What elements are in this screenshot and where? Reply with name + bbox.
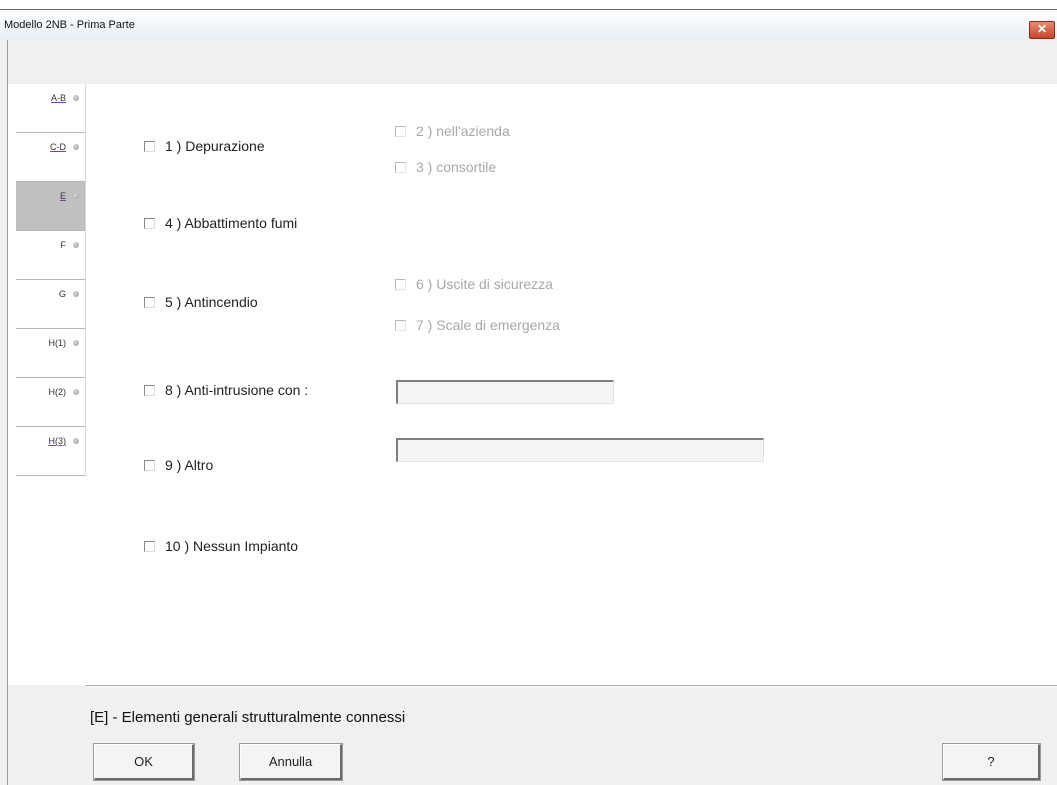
- tab-label: H(2): [48, 387, 67, 397]
- checkbox-box[interactable]: [144, 296, 155, 308]
- checkbox-label: 1 ) Depurazione: [165, 138, 265, 154]
- tab-h1[interactable]: H(1): [16, 329, 86, 378]
- checkbox-label: 6 ) Uscite di sicurezza: [416, 276, 553, 292]
- status-dot-icon: [73, 242, 79, 248]
- help-button[interactable]: ?: [942, 743, 1041, 781]
- checkbox-depurazione[interactable]: 1 ) Depurazione: [144, 138, 265, 154]
- checkbox-box[interactable]: [144, 540, 155, 552]
- checkbox-abbattimento-fumi[interactable]: 4 ) Abbattimento fumi: [144, 215, 297, 231]
- checkbox-nell-azienda[interactable]: 2 ) nell'azienda: [395, 123, 510, 139]
- top-strip: [0, 0, 1057, 10]
- checkbox-consortile[interactable]: 3 ) consortile: [395, 159, 496, 175]
- status-dot-icon: [73, 144, 79, 150]
- checkbox-label: 10 ) Nessun Impianto: [165, 538, 299, 554]
- status-dot-icon: [73, 340, 79, 346]
- checkbox-box[interactable]: [144, 217, 155, 229]
- ok-button-label: OK: [134, 754, 153, 769]
- tab-strip: A-B C-D E F G H(1) H(2) H(3): [16, 84, 86, 476]
- tab-strip-border: [85, 84, 86, 474]
- help-button-label: ?: [987, 754, 995, 769]
- ok-button[interactable]: OK: [93, 743, 195, 781]
- close-icon: ✕: [1036, 22, 1048, 36]
- status-dot-icon: [73, 389, 79, 395]
- annulla-button-label: Annulla: [268, 754, 313, 769]
- close-button[interactable]: ✕: [1029, 21, 1055, 39]
- checkbox-anti-intrusione[interactable]: 8 ) Anti-intrusione con :: [144, 382, 308, 398]
- checkbox-box[interactable]: [395, 278, 406, 290]
- title-bar: Modello 2NB - Prima Parte ✕: [0, 10, 1057, 40]
- checkbox-altro[interactable]: 9 ) Altro: [144, 457, 213, 473]
- checkbox-antincendio[interactable]: 5 ) Antincendio: [144, 294, 258, 310]
- tab-label: G: [58, 289, 66, 299]
- tab-label: F: [60, 240, 67, 250]
- checkbox-box[interactable]: [395, 319, 406, 331]
- tab-label: H(3): [48, 436, 67, 446]
- section-title: [E] - Elementi generali strutturalmente …: [90, 709, 406, 726]
- status-dot-icon: [73, 438, 79, 444]
- tab-g[interactable]: G: [16, 280, 86, 329]
- window-title: Modello 2NB - Prima Parte: [4, 19, 135, 31]
- annulla-button[interactable]: Annulla: [239, 743, 343, 781]
- checkbox-box[interactable]: [144, 140, 155, 152]
- tab-f[interactable]: F: [16, 231, 86, 280]
- checkbox-box[interactable]: [395, 125, 406, 137]
- checkbox-label: 5 ) Antincendio: [165, 294, 258, 310]
- tab-label: E: [59, 191, 66, 201]
- anti-intrusione-field[interactable]: [396, 380, 614, 404]
- status-dot-icon: [73, 291, 79, 297]
- checkbox-label: 7 ) Scale di emergenza: [416, 317, 560, 333]
- checkbox-uscite-sicurezza[interactable]: 6 ) Uscite di sicurezza: [395, 276, 553, 292]
- checkbox-box[interactable]: [144, 459, 155, 471]
- checkbox-nessun-impianto[interactable]: 10 ) Nessun Impianto: [144, 538, 298, 554]
- checkbox-label: 9 ) Altro: [165, 457, 214, 473]
- tab-label: C-D: [50, 142, 66, 152]
- tab-h2[interactable]: H(2): [16, 378, 86, 427]
- checkbox-label: 8 ) Anti-intrusione con :: [165, 382, 309, 398]
- status-dot-icon: [73, 193, 79, 199]
- divider-highlight: [86, 686, 1057, 687]
- checkbox-label: 2 ) nell'azienda: [416, 123, 510, 139]
- checkbox-scale-emergenza[interactable]: 7 ) Scale di emergenza: [395, 317, 560, 333]
- tab-a-b[interactable]: A-B: [16, 84, 86, 133]
- altro-field[interactable]: [396, 438, 764, 462]
- tab-c-d[interactable]: C-D: [16, 133, 86, 182]
- tab-e[interactable]: E: [16, 182, 86, 231]
- tab-label: A-B: [50, 93, 66, 103]
- status-dot-icon: [73, 95, 79, 101]
- checkbox-box[interactable]: [395, 161, 406, 173]
- checkbox-label: 4 ) Abbattimento fumi: [165, 215, 298, 231]
- tab-label: H(1): [48, 338, 67, 348]
- checkbox-label: 3 ) consortile: [416, 159, 497, 175]
- tab-h3[interactable]: H(3): [16, 427, 86, 476]
- checkbox-box[interactable]: [144, 384, 155, 396]
